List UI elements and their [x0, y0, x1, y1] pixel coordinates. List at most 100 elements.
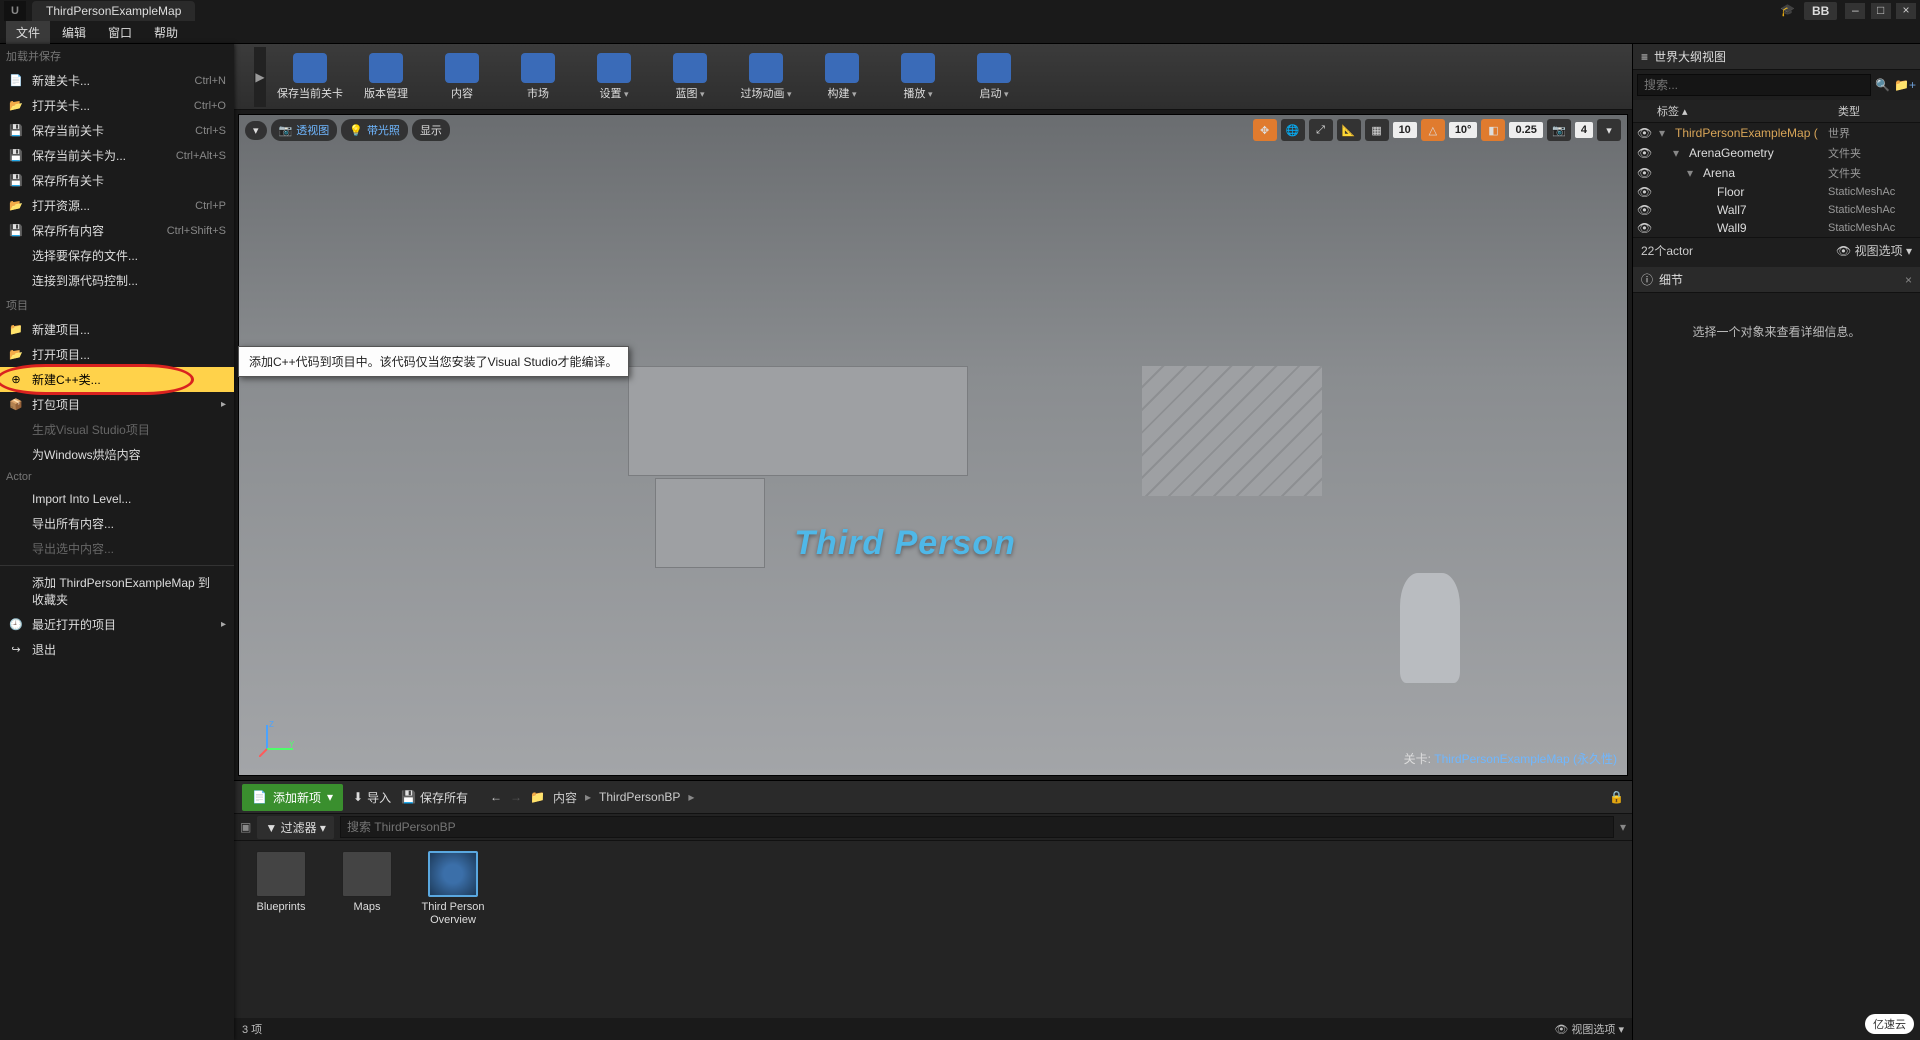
- file-menu-item[interactable]: 🕘最近打开的项目▸: [0, 612, 234, 637]
- outliner-row[interactable]: 👁▾ArenaGeometry文件夹: [1633, 143, 1920, 163]
- toolbar-button[interactable]: 播放: [880, 48, 956, 106]
- search-settings-icon[interactable]: ▾: [1620, 820, 1626, 834]
- toolbar-button[interactable]: 构建: [804, 48, 880, 106]
- import-button[interactable]: ⬇ 导入: [353, 789, 391, 806]
- title-tab[interactable]: ThirdPersonExampleMap: [32, 1, 195, 21]
- viewport-lit-button[interactable]: 💡带光照: [341, 119, 408, 141]
- file-menu-item[interactable]: Import Into Level...: [0, 487, 234, 511]
- new-folder-icon[interactable]: 📁+: [1894, 78, 1916, 92]
- toolbar-button[interactable]: 过场动画: [728, 48, 804, 106]
- viewport-3d[interactable]: ▾ 📷透视图 💡带光照 显示 ✥ 🌐 ⤢ 📐 ▦ 10 △ 10° ◧ 0.25…: [238, 114, 1628, 776]
- panel-expand-handle[interactable]: ▶: [254, 47, 266, 107]
- toolbar-button[interactable]: 版本管理: [348, 48, 424, 106]
- user-badge[interactable]: BB: [1804, 2, 1837, 20]
- outliner-row[interactable]: 👁▾Arena文件夹: [1633, 163, 1920, 183]
- camera-speed-value[interactable]: 4: [1575, 122, 1593, 138]
- viewport-perspective-button[interactable]: 📷透视图: [271, 119, 338, 141]
- breadcrumb-root[interactable]: 内容: [553, 789, 577, 806]
- file-menu-item[interactable]: 📂打开关卡...Ctrl+O: [0, 93, 234, 118]
- grid-snap-icon[interactable]: ▦: [1365, 119, 1389, 141]
- menu-edit[interactable]: 编辑: [52, 21, 96, 44]
- outliner-view-options[interactable]: 👁 视图选项 ▾: [1836, 242, 1912, 259]
- transform-select-icon[interactable]: ✥: [1253, 119, 1277, 141]
- minimize-button[interactable]: –: [1845, 3, 1865, 19]
- file-menu-item[interactable]: 💾保存所有关卡: [0, 168, 234, 193]
- file-menu-item[interactable]: 连接到源代码控制...: [0, 268, 234, 293]
- outliner-col-type[interactable]: 类型: [1832, 100, 1920, 122]
- details-header[interactable]: ⓘ 细节×: [1633, 267, 1920, 293]
- globe-icon[interactable]: 🌐: [1281, 119, 1305, 141]
- history-fwd-button[interactable]: →: [510, 790, 522, 804]
- file-menu-item[interactable]: 📂打开资源...Ctrl+P: [0, 193, 234, 218]
- outliner-search-input[interactable]: [1637, 74, 1871, 96]
- toolbar-button[interactable]: 市场: [500, 48, 576, 106]
- visibility-eye-icon[interactable]: 👁: [1637, 126, 1651, 140]
- scene-box: [655, 478, 765, 568]
- menu-window[interactable]: 窗口: [98, 21, 142, 44]
- file-menu-item[interactable]: 📦打包项目▸: [0, 392, 234, 417]
- visibility-eye-icon[interactable]: 👁: [1637, 166, 1651, 180]
- visibility-eye-icon[interactable]: 👁: [1637, 185, 1651, 199]
- toolbar-button[interactable]: 内容: [424, 48, 500, 106]
- breadcrumb-current[interactable]: ThirdPersonBP: [599, 790, 680, 804]
- menu-help[interactable]: 帮助: [144, 21, 188, 44]
- tree-expand-icon[interactable]: ▾: [1687, 166, 1699, 180]
- file-menu-item[interactable]: 为Windows烘焙内容: [0, 442, 234, 467]
- file-menu-item[interactable]: 📂打开项目...: [0, 342, 234, 367]
- visibility-eye-icon[interactable]: 👁: [1637, 221, 1651, 235]
- close-button[interactable]: ×: [1896, 3, 1916, 19]
- viewport-show-button[interactable]: 显示: [412, 119, 450, 141]
- file-menu-item[interactable]: 添加 ThirdPersonExampleMap 到收藏夹: [0, 570, 234, 612]
- outliner-row[interactable]: 👁▾ThirdPersonExampleMap (世界: [1633, 123, 1920, 143]
- file-menu-new-cpp-class[interactable]: ⊕新建C++类...: [0, 367, 234, 392]
- file-menu-item[interactable]: 选择要保存的文件...: [0, 243, 234, 268]
- asset-item[interactable]: Third Person Overview: [420, 851, 486, 927]
- outliner-row[interactable]: 👁Wall9StaticMeshAc: [1633, 219, 1920, 237]
- file-menu-item[interactable]: 📄新建关卡...Ctrl+N: [0, 68, 234, 93]
- expand-icon[interactable]: ⤢: [1309, 119, 1333, 141]
- scale-snap-value[interactable]: 0.25: [1509, 122, 1542, 138]
- menu-file[interactable]: 文件: [6, 21, 50, 44]
- lock-icon[interactable]: 🔒: [1609, 790, 1624, 804]
- view-options-button[interactable]: 👁 视图选项 ▾: [1554, 1021, 1624, 1037]
- scale-snap-icon[interactable]: ◧: [1481, 119, 1505, 141]
- level-name-link[interactable]: ThirdPersonExampleMap (永久性): [1434, 752, 1617, 766]
- file-menu-item[interactable]: 💾保存当前关卡为...Ctrl+Alt+S: [0, 143, 234, 168]
- outliner-col-label[interactable]: 标签 ▴: [1651, 100, 1832, 122]
- tree-expand-icon[interactable]: ▾: [1673, 146, 1685, 160]
- graduation-cap-icon[interactable]: 🎓: [1780, 3, 1798, 19]
- visibility-eye-icon[interactable]: 👁: [1637, 146, 1651, 160]
- visibility-eye-icon[interactable]: 👁: [1637, 203, 1651, 217]
- save-all-button[interactable]: 💾 保存所有: [401, 789, 468, 806]
- maximize-button[interactable]: □: [1871, 3, 1891, 19]
- file-menu-item[interactable]: ↪退出: [0, 637, 234, 662]
- snap-surface-icon[interactable]: 📐: [1337, 119, 1361, 141]
- camera-speed-icon[interactable]: 📷: [1547, 119, 1571, 141]
- angle-snap-icon[interactable]: △: [1421, 119, 1445, 141]
- viewport-menu-button[interactable]: ▾: [245, 121, 267, 140]
- angle-snap-value[interactable]: 10°: [1449, 122, 1478, 138]
- details-close-icon[interactable]: ×: [1905, 273, 1912, 287]
- tree-expand-icon[interactable]: ▾: [1659, 126, 1671, 140]
- viewport-maximize-icon[interactable]: ▾: [1597, 119, 1621, 141]
- outliner-row[interactable]: 👁Wall7StaticMeshAc: [1633, 201, 1920, 219]
- sources-toggle-icon[interactable]: ▣: [240, 820, 251, 834]
- asset-item[interactable]: Maps: [334, 851, 400, 914]
- content-search-input[interactable]: [340, 816, 1614, 838]
- world-outliner-header[interactable]: ≡ 世界大纲视图: [1633, 44, 1920, 70]
- file-menu-item[interactable]: 💾保存当前关卡Ctrl+S: [0, 118, 234, 143]
- file-menu-item[interactable]: 📁新建项目...: [0, 317, 234, 342]
- file-menu-item[interactable]: 💾保存所有内容Ctrl+Shift+S: [0, 218, 234, 243]
- toolbar-button[interactable]: 启动: [956, 48, 1032, 106]
- outliner-row[interactable]: 👁FloorStaticMeshAc: [1633, 183, 1920, 201]
- filters-button[interactable]: ▼ 过滤器 ▾: [257, 816, 334, 839]
- grid-snap-value[interactable]: 10: [1393, 122, 1417, 138]
- search-icon[interactable]: 🔍: [1875, 78, 1890, 92]
- asset-item[interactable]: Blueprints: [248, 851, 314, 914]
- file-menu-item[interactable]: 导出所有内容...: [0, 511, 234, 536]
- toolbar-button[interactable]: 保存当前关卡: [272, 48, 348, 106]
- history-back-button[interactable]: ←: [490, 790, 502, 804]
- toolbar-button[interactable]: 设置: [576, 48, 652, 106]
- toolbar-button[interactable]: 蓝图: [652, 48, 728, 106]
- add-new-button[interactable]: 📄 添加新项 ▾: [242, 784, 343, 811]
